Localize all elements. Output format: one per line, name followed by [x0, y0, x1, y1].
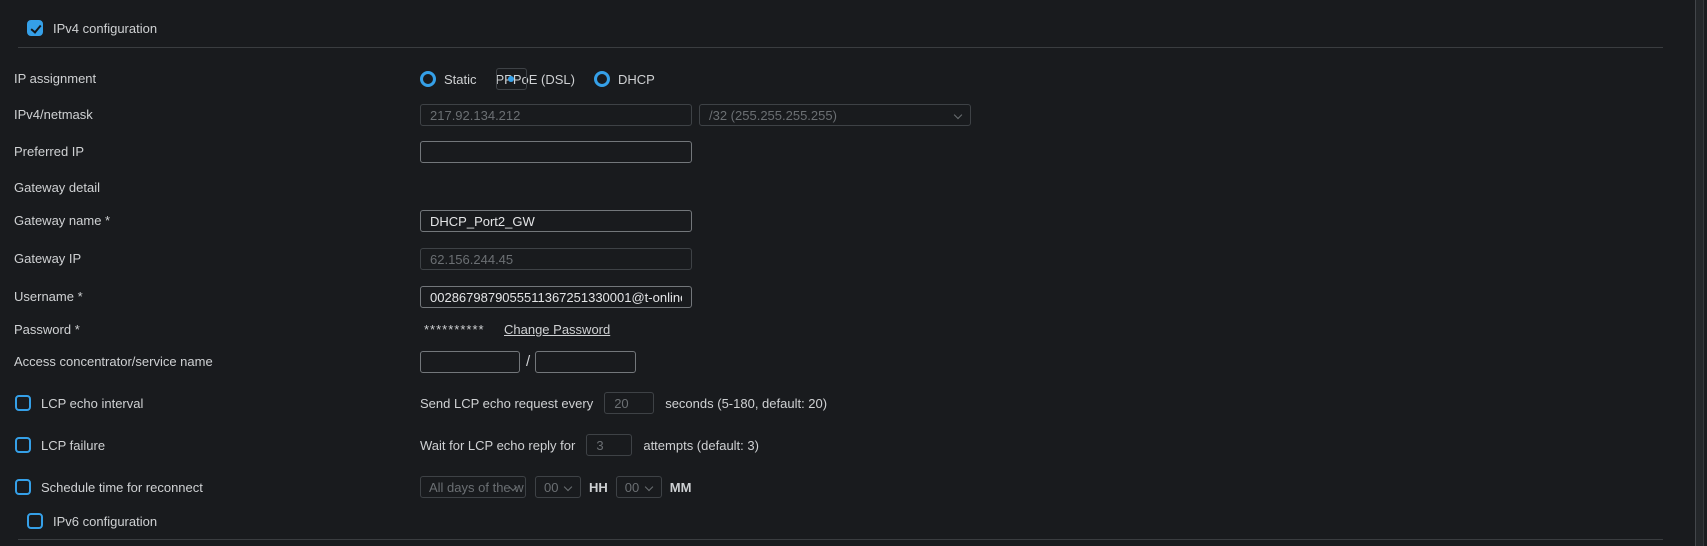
ipv4-configuration-label: IPv4 configuration — [53, 21, 157, 36]
radio-unselected-icon[interactable] — [594, 71, 610, 87]
username-label: Username * — [14, 289, 83, 305]
gateway-ip-input[interactable] — [420, 248, 692, 270]
radio-pppoe-dsl[interactable]: PPPoE (DSL) — [496, 72, 575, 87]
preferred-ip-label: Preferred IP — [14, 144, 84, 160]
gateway-name-input[interactable] — [420, 210, 692, 232]
checkbox-unchecked-icon[interactable] — [15, 479, 31, 495]
access-concentrator-label: Access concentrator/service name — [14, 354, 213, 370]
chevron-down-icon — [954, 111, 962, 119]
checkbox-checked-icon[interactable] — [27, 20, 43, 36]
lcp-echo-text-before: Send LCP echo request every — [420, 396, 593, 411]
service-name-input[interactable] — [535, 351, 636, 373]
password-label: Password * — [14, 322, 80, 338]
schedule-hour-value: 00 — [544, 480, 558, 495]
netmask-select-value: /32 (255.255.255.255) — [709, 108, 837, 123]
gateway-ip-label: Gateway IP — [14, 251, 81, 267]
ipv4-address-input[interactable] — [420, 104, 692, 126]
lcp-echo-interval-toggle[interactable]: LCP echo interval — [15, 395, 143, 411]
ipv6-configuration-toggle[interactable]: IPv6 configuration — [27, 513, 157, 529]
chevron-down-icon — [564, 483, 572, 491]
ipv6-configuration-label: IPv6 configuration — [53, 514, 157, 529]
schedule-reconnect-toggle[interactable]: Schedule time for reconnect — [15, 479, 203, 495]
ipv4-netmask-label: IPv4/netmask — [14, 107, 93, 123]
gateway-detail-label: Gateway detail — [14, 180, 100, 196]
radio-selected-icon[interactable] — [496, 68, 527, 90]
lcp-failure-text-before: Wait for LCP echo reply for — [420, 438, 575, 453]
gateway-name-label: Gateway name * — [14, 213, 110, 229]
schedule-minute-value: 00 — [625, 480, 639, 495]
ip-assignment-label: IP assignment — [14, 71, 96, 87]
hh-unit-label: HH — [589, 480, 608, 495]
schedule-day-select[interactable]: All days of the w — [420, 476, 526, 498]
netmask-select[interactable]: /32 (255.255.255.255) — [699, 104, 971, 126]
schedule-reconnect-controls: All days of the w 00 HH 00 MM — [420, 476, 691, 498]
chevron-down-icon — [645, 483, 653, 491]
separator-slash: / — [526, 353, 530, 370]
panel-right-edge — [1695, 0, 1707, 546]
schedule-hour-select[interactable]: 00 — [535, 476, 581, 498]
schedule-reconnect-label: Schedule time for reconnect — [41, 480, 203, 495]
lcp-failure-controls: Wait for LCP echo reply for attempts (de… — [420, 434, 759, 456]
access-concentrator-input[interactable] — [420, 351, 520, 373]
mm-unit-label: MM — [670, 480, 692, 495]
change-password-link[interactable]: Change Password — [504, 322, 610, 337]
lcp-failure-text-after: attempts (default: 3) — [643, 438, 759, 453]
radio-dhcp-label: DHCP — [618, 72, 655, 87]
lcp-echo-text-after: seconds (5-180, default: 20) — [665, 396, 827, 411]
lcp-echo-interval-label: LCP echo interval — [41, 396, 143, 411]
checkbox-unchecked-icon[interactable] — [15, 395, 31, 411]
lcp-failure-attempts-input[interactable] — [586, 434, 632, 456]
section-divider-bottom — [18, 539, 1663, 540]
radio-static-label: Static — [444, 72, 477, 87]
checkbox-unchecked-icon[interactable] — [27, 513, 43, 529]
section-divider-top — [18, 47, 1663, 48]
radio-dhcp[interactable]: DHCP — [594, 71, 655, 87]
radio-unselected-icon[interactable] — [420, 71, 436, 87]
lcp-failure-toggle[interactable]: LCP failure — [15, 437, 105, 453]
preferred-ip-input[interactable] — [420, 141, 692, 163]
username-input[interactable] — [420, 286, 692, 308]
lcp-failure-label: LCP failure — [41, 438, 105, 453]
ip-assignment-radio-group: Static PPPoE (DSL) DHCP — [420, 71, 655, 87]
radio-static[interactable]: Static — [420, 71, 477, 87]
schedule-minute-select[interactable]: 00 — [616, 476, 662, 498]
password-masked-value: ********** — [424, 322, 485, 337]
lcp-echo-seconds-input[interactable] — [604, 392, 654, 414]
lcp-echo-interval-controls: Send LCP echo request every seconds (5-1… — [420, 392, 827, 414]
ipv4-configuration-toggle[interactable]: IPv4 configuration — [27, 20, 157, 36]
checkbox-unchecked-icon[interactable] — [15, 437, 31, 453]
